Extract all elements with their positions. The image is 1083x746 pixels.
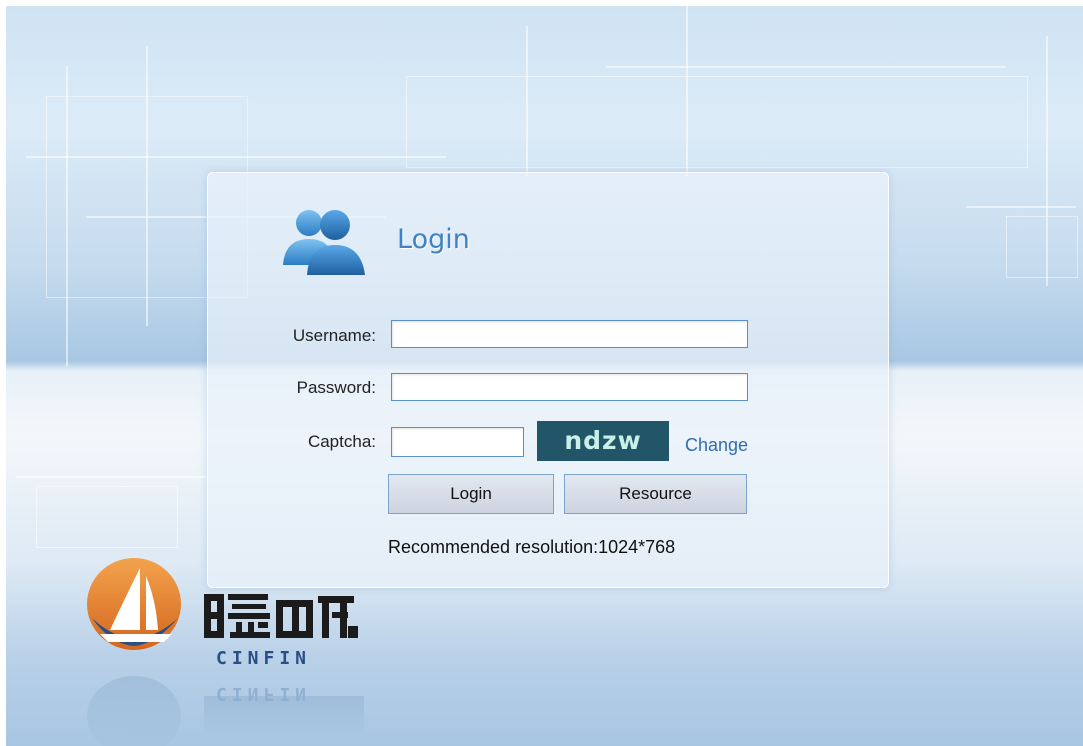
company-logo: CINFIN CINFIN: [87, 558, 364, 746]
captcha-label: Captcha:: [307, 432, 376, 451]
users-icon: [283, 210, 365, 275]
svg-text:CINFIN: CINFIN: [216, 648, 311, 669]
password-label: Password:: [296, 378, 376, 397]
password-input[interactable]: [391, 373, 748, 401]
username-label: Username:: [292, 326, 376, 345]
resolution-note: Recommended resolution:1024*768: [388, 537, 676, 557]
resource-button[interactable]: Resource: [564, 474, 747, 514]
login-title: Login: [397, 224, 470, 255]
captcha-image[interactable]: ndzw: [537, 421, 669, 461]
change-captcha-link[interactable]: Change: [685, 435, 748, 456]
captcha-input[interactable]: [391, 427, 524, 457]
login-button[interactable]: Login: [388, 474, 554, 514]
username-input[interactable]: [391, 320, 748, 348]
